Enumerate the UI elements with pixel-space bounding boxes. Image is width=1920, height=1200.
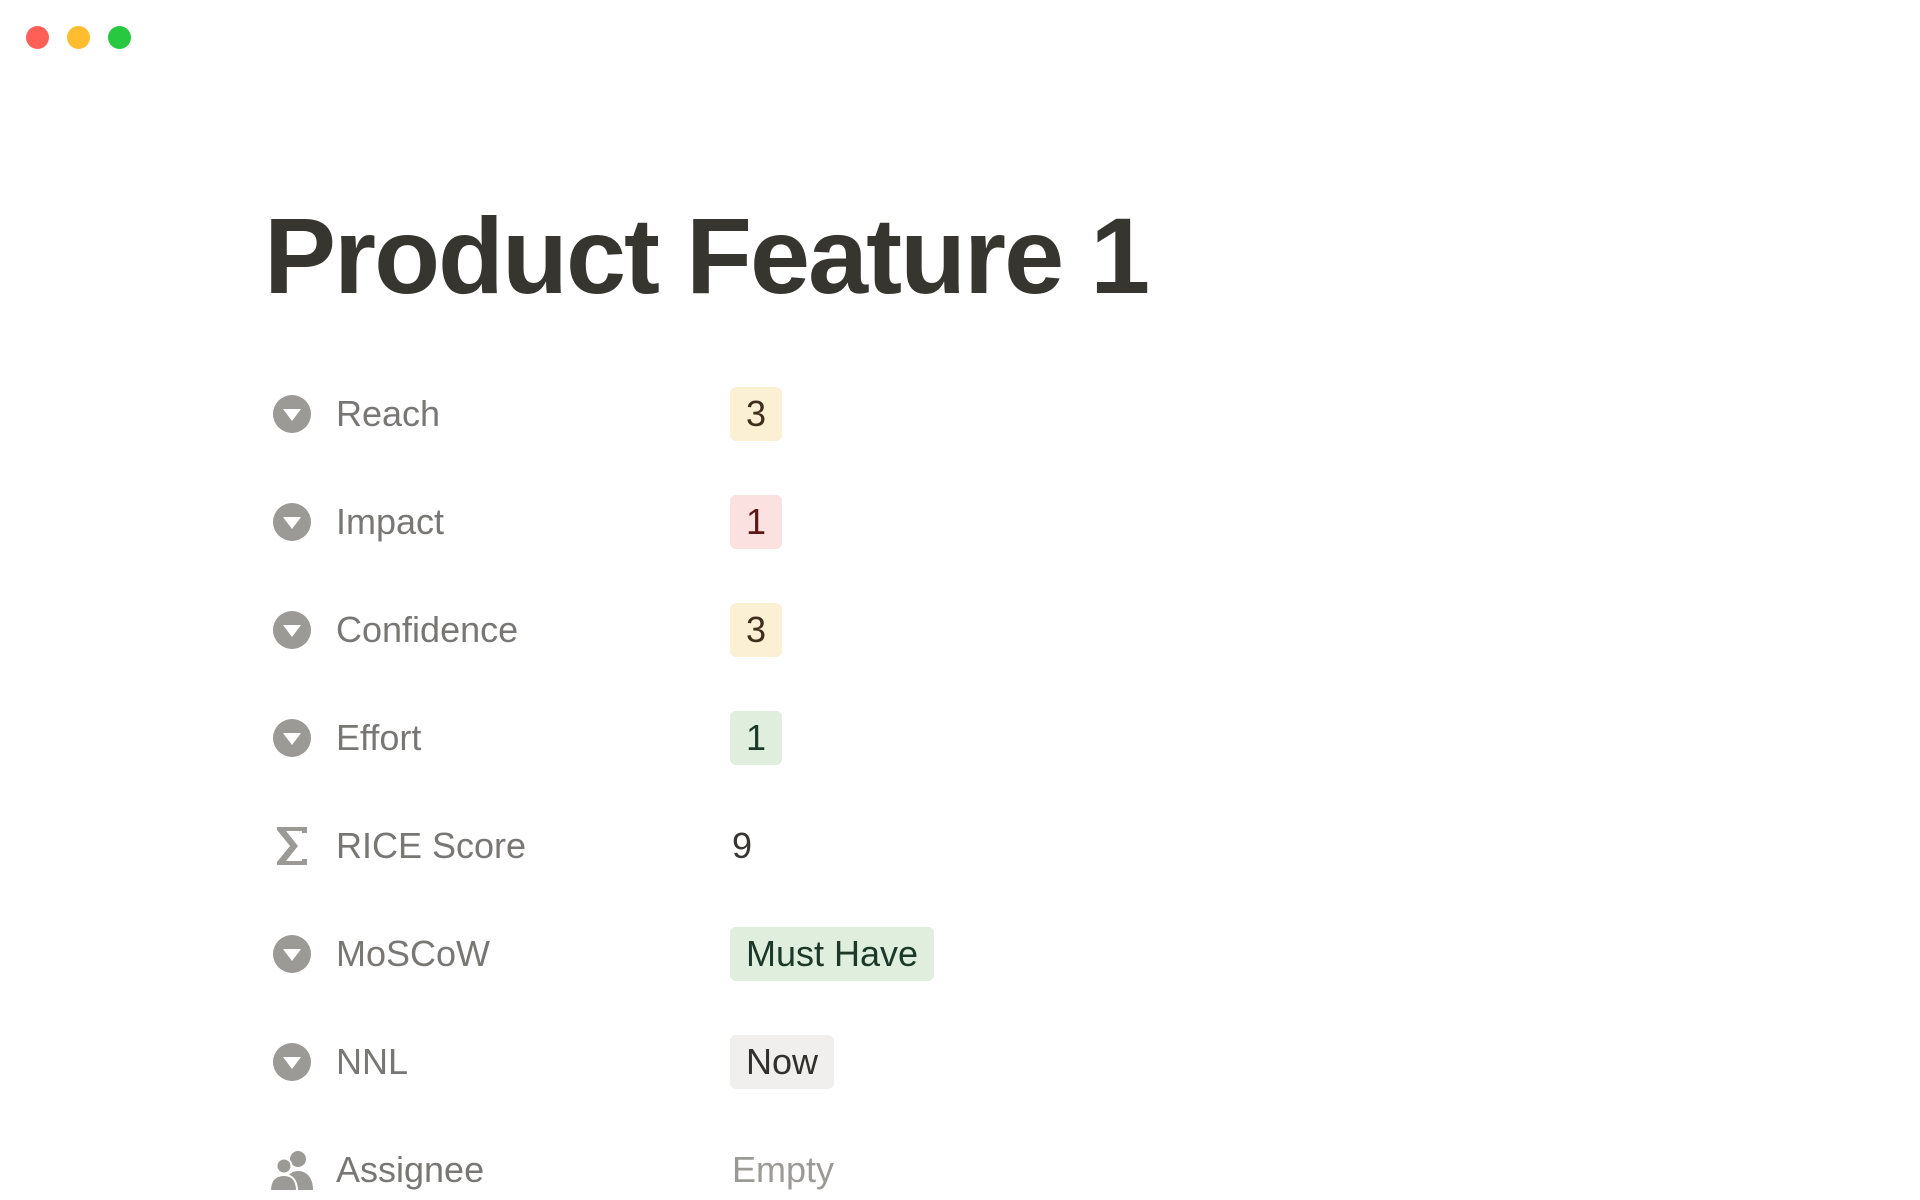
property-key-confidence[interactable]: Confidence	[268, 606, 730, 654]
property-row-assignee: Assignee Empty	[268, 1116, 1268, 1200]
select-icon	[268, 606, 316, 654]
property-value-assignee[interactable]: Empty	[730, 1142, 834, 1198]
select-tag: 1	[730, 495, 783, 549]
property-row-moscow: MoSCoW Must Have	[268, 900, 1268, 1008]
property-value-reach[interactable]: 3	[730, 386, 783, 442]
minimize-window-button[interactable]	[67, 26, 90, 49]
property-row-effort: Effort 1	[268, 684, 1268, 792]
property-label: Reach	[336, 393, 441, 434]
property-key-impact[interactable]: Impact	[268, 498, 730, 546]
property-row-reach: Reach 3	[268, 360, 1268, 468]
notion-page-window: Product Feature 1 Reach 3 Impact 1 Confi…	[0, 0, 1920, 1200]
select-tag: Now	[730, 1035, 835, 1089]
property-key-assignee[interactable]: Assignee	[268, 1146, 730, 1194]
select-tag: 3	[730, 387, 783, 441]
person-icon	[268, 1146, 316, 1194]
property-value-moscow[interactable]: Must Have	[730, 926, 935, 982]
property-label: NNL	[336, 1041, 409, 1082]
property-label: RICE Score	[336, 825, 527, 866]
select-icon	[268, 714, 316, 762]
select-icon	[268, 498, 316, 546]
zoom-window-button[interactable]	[108, 26, 131, 49]
property-row-nnl: NNL Now	[268, 1008, 1268, 1116]
property-label: MoSCoW	[336, 933, 491, 974]
property-label: Impact	[336, 501, 445, 542]
select-icon	[268, 930, 316, 978]
property-label: Confidence	[336, 609, 519, 650]
select-icon	[268, 1038, 316, 1086]
select-tag: 3	[730, 603, 783, 657]
page-title[interactable]: Product Feature 1	[264, 196, 1150, 316]
property-key-moscow[interactable]: MoSCoW	[268, 930, 730, 978]
formula-value: 9	[732, 825, 753, 866]
property-value-impact[interactable]: 1	[730, 494, 783, 550]
property-row-rice-score: RICE Score 9	[268, 792, 1268, 900]
property-value-effort[interactable]: 1	[730, 710, 783, 766]
property-key-rice-score[interactable]: RICE Score	[268, 822, 730, 870]
property-row-impact: Impact 1	[268, 468, 1268, 576]
property-key-nnl[interactable]: NNL	[268, 1038, 730, 1086]
window-controls	[26, 26, 131, 49]
formula-sigma-icon	[268, 822, 316, 870]
select-icon	[268, 390, 316, 438]
properties-list: Reach 3 Impact 1 Confidence 3 Effort 1 R…	[268, 360, 1268, 1200]
property-label: Effort	[336, 717, 422, 758]
property-label: Assignee	[336, 1149, 485, 1190]
property-key-effort[interactable]: Effort	[268, 714, 730, 762]
empty-placeholder: Empty	[732, 1149, 835, 1190]
select-tag: Must Have	[730, 927, 935, 981]
close-window-button[interactable]	[26, 26, 49, 49]
property-key-reach[interactable]: Reach	[268, 390, 730, 438]
select-tag: 1	[730, 711, 783, 765]
property-value-rice-score[interactable]: 9	[730, 818, 752, 874]
property-value-confidence[interactable]: 3	[730, 602, 783, 658]
property-row-confidence: Confidence 3	[268, 576, 1268, 684]
property-value-nnl[interactable]: Now	[730, 1034, 835, 1090]
